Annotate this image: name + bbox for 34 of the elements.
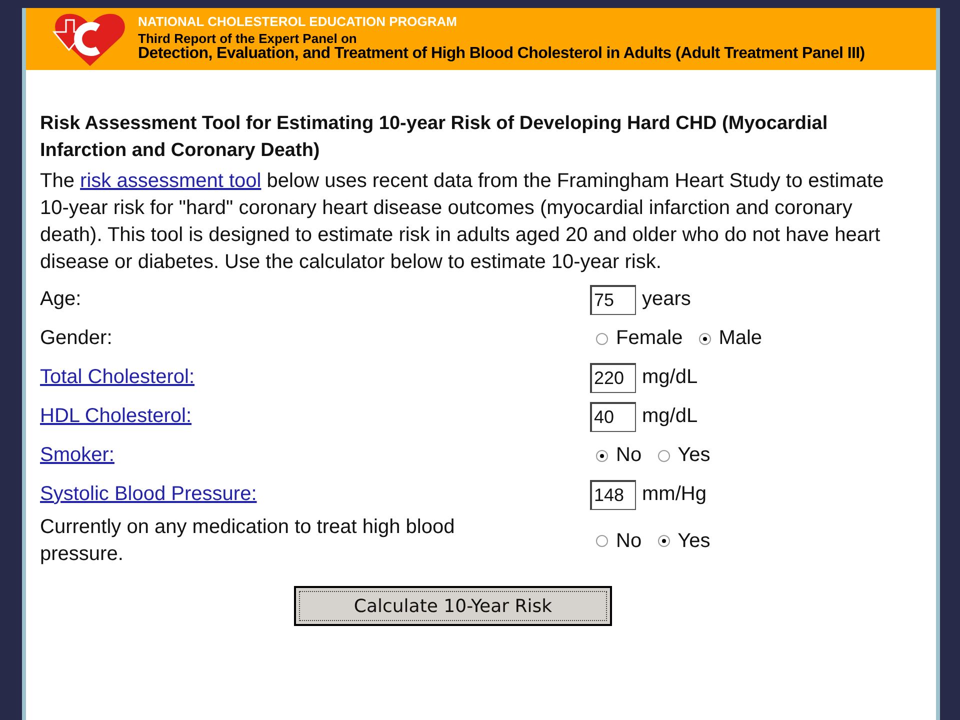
radio-button[interactable] <box>658 535 670 547</box>
radio-button[interactable] <box>698 332 711 344</box>
option-label: No <box>616 443 642 468</box>
field-label: Gender: <box>40 326 114 351</box>
option-label: Female <box>616 326 683 351</box>
radio-button[interactable] <box>658 450 670 462</box>
input-field[interactable]: 148 <box>590 480 636 510</box>
intro-paragraph: The risk assessment tool below uses recent data from the Framingham Heart Study to estimate 10-year risk for "hard" coronary heart disease outcomes (myocardial infarction and coronary death). This tool is designed to estimate risk in adults aged 20 and older who do not have heart disease or diabetes. Use the calculator below to estimate 10-year risk. <box>40 169 885 275</box>
option-label: Yes <box>678 528 710 554</box>
field-label-link[interactable]: HDL Cholesterol: <box>40 405 192 427</box>
radio-button[interactable] <box>596 332 608 344</box>
report-subtitle: Third Report of the Expert Panel on <box>138 32 358 46</box>
field-label: Currently on any medication to treat high blood pressure. <box>40 515 456 567</box>
unit-label: mm/Hg <box>642 482 706 507</box>
calculate-button[interactable]: Calculate 10-Year Risk <box>294 586 612 626</box>
input-field[interactable]: 40 <box>590 402 636 432</box>
unit-label: mg/dL <box>642 365 698 390</box>
tool-heading: Risk Assessment Tool for Estimating 10-year Risk of Developing Hard CHD (Myocardial Infarction and Coronary Death) <box>40 112 829 163</box>
radio-button[interactable] <box>596 535 608 547</box>
field-label-link[interactable]: Total Cholesterol: <box>40 366 195 388</box>
input-field[interactable]: 75 <box>590 284 636 314</box>
unit-label: mg/dL <box>642 404 698 429</box>
input-field[interactable]: 220 <box>590 362 636 392</box>
option-label: No <box>616 528 642 554</box>
program-name: NATIONAL CHOLESTEROL EDUCATION PROGRAM <box>138 15 458 30</box>
option-label: Yes <box>678 443 710 468</box>
unit-label: years <box>642 287 691 312</box>
field-label-link[interactable]: Smoker: <box>40 444 114 466</box>
report-title: Detection, Evaluation, and Treatment of High Blood Cholesterol in Adults (Adult Treatment Panel III) <box>138 46 865 63</box>
radio-button[interactable] <box>596 450 608 462</box>
tool-link[interactable]: risk assessment tool <box>80 170 262 192</box>
field-label: Age: <box>40 287 82 312</box>
option-label: Male <box>718 326 762 351</box>
field-label-link[interactable]: Systolic Blood Pressure: <box>40 483 257 505</box>
